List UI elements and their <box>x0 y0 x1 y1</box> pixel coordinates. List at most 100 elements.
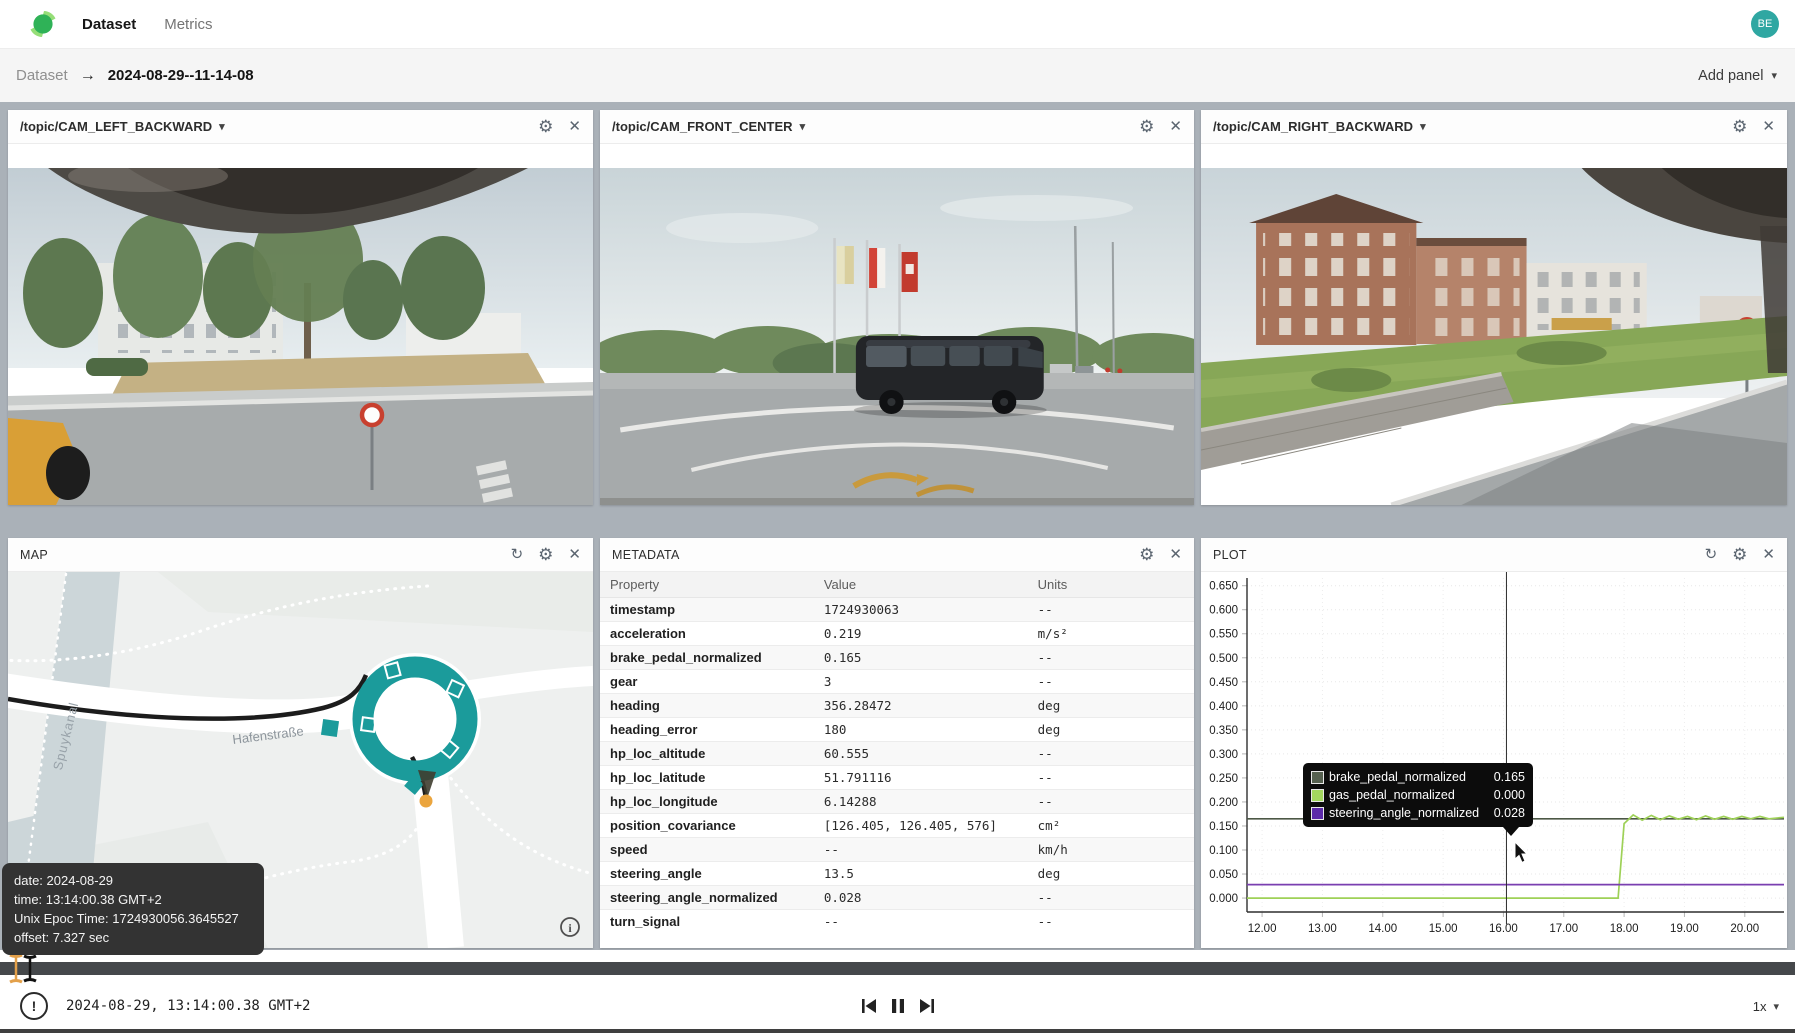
panel-cam-left-backward: /topic/CAM_LEFT_BACKWARD ▾ ⚙ ✕ <box>8 110 593 505</box>
svg-text:0.650: 0.650 <box>1209 581 1238 593</box>
panel-header: /topic/CAM_RIGHT_BACKWARD ▾ ⚙ ✕ <box>1201 110 1787 144</box>
svg-text:16.00: 16.00 <box>1489 923 1518 935</box>
playback-speed-select[interactable]: 1x ▾ <box>1753 999 1779 1014</box>
panel-title: MAP <box>20 548 48 562</box>
close-icon[interactable]: ✕ <box>1762 119 1775 134</box>
svg-text:0.400: 0.400 <box>1209 701 1238 713</box>
svg-text:0.150: 0.150 <box>1209 821 1238 833</box>
pause-button[interactable] <box>890 997 906 1015</box>
user-avatar[interactable]: BE <box>1751 10 1779 38</box>
svg-text:0.050: 0.050 <box>1209 869 1238 881</box>
window-bottom-edge <box>0 1029 1795 1033</box>
metadata-row: steering_angle13.5deg <box>600 862 1194 886</box>
metadata-row: position_covariance[126.405, 126.405, 57… <box>600 814 1194 838</box>
tab-metrics[interactable]: Metrics <box>164 16 212 33</box>
plot-tooltip-entry: brake_pedal_normalized0.165 <box>1311 768 1525 786</box>
map-hover-tooltip: date: 2024-08-29 time: 13:14:00.38 GMT+2… <box>2 863 264 955</box>
skip-to-end-button[interactable] <box>918 997 936 1015</box>
camera-image-front-center <box>600 168 1194 505</box>
metadata-row: timestamp1724930063-- <box>600 598 1194 622</box>
svg-text:19.00: 19.00 <box>1670 923 1699 935</box>
svg-text:0.450: 0.450 <box>1209 677 1238 689</box>
camera-image-right-backward <box>1201 168 1787 505</box>
playback-bar: ! 2024-08-29, 13:14:00.38 GMT+2 1x ▾ <box>0 950 1795 1033</box>
caret-down-icon: ▾ <box>1773 1000 1779 1013</box>
breadcrumb-root-link[interactable]: Dataset <box>16 67 68 84</box>
metadata-row: gear3-- <box>600 670 1194 694</box>
top-nav: Dataset Metrics BE <box>0 0 1795 49</box>
add-panel-button[interactable]: Add panel ▾ <box>1698 68 1777 84</box>
panel-cam-front-center: /topic/CAM_FRONT_CENTER ▾ ⚙ ✕ <box>600 110 1194 505</box>
tooltip-date: date: 2024-08-29 <box>14 871 252 890</box>
series-swatch-icon <box>1311 807 1324 820</box>
col-value: Value <box>814 572 1028 598</box>
svg-text:0.100: 0.100 <box>1209 845 1238 857</box>
tooltip-epoch: Unix Epoc Time: 1724930056.3645527 <box>14 909 252 928</box>
svg-text:0.300: 0.300 <box>1209 749 1238 761</box>
panel-plot: PLOT ↻ ⚙ ✕ 0.0000.0500.1000.1500.2000.25… <box>1201 538 1787 948</box>
series-swatch-icon <box>1311 771 1324 784</box>
speed-label: 1x <box>1753 999 1767 1014</box>
playback-timestamp: 2024-08-29, 13:14:00.38 GMT+2 <box>66 998 310 1014</box>
svg-text:15.00: 15.00 <box>1429 923 1458 935</box>
close-icon[interactable]: ✕ <box>1169 547 1182 562</box>
panel-title: PLOT <box>1213 548 1247 562</box>
metadata-header-row: Property Value Units <box>600 572 1194 598</box>
tooltip-time: time: 13:14:00.38 GMT+2 <box>14 890 252 909</box>
svg-text:0.000: 0.000 <box>1209 893 1238 905</box>
topic-label: /topic/CAM_RIGHT_BACKWARD <box>1213 119 1413 134</box>
svg-text:20.00: 20.00 <box>1730 923 1759 935</box>
refresh-icon[interactable]: ↻ <box>1705 547 1718 562</box>
caret-down-icon: ▾ <box>1420 120 1426 133</box>
svg-text:12.00: 12.00 <box>1248 923 1277 935</box>
caret-down-icon: ▾ <box>1771 69 1777 82</box>
camera-image-left-backward <box>8 168 593 505</box>
svg-text:14.00: 14.00 <box>1368 923 1397 935</box>
metadata-row: hp_loc_altitude60.555-- <box>600 742 1194 766</box>
metadata-row: steering_angle_normalized0.028-- <box>600 886 1194 910</box>
metadata-row: turn_signal---- <box>600 910 1194 934</box>
close-icon[interactable]: ✕ <box>568 547 581 562</box>
close-icon[interactable]: ✕ <box>568 119 581 134</box>
panel-header: /topic/CAM_FRONT_CENTER ▾ ⚙ ✕ <box>600 110 1194 144</box>
metadata-table-body: timestamp1724930063--acceleration0.219m/… <box>600 598 1194 934</box>
panel-header: METADATA ⚙ ✕ <box>600 538 1194 572</box>
gear-icon[interactable]: ⚙ <box>1139 118 1154 135</box>
gear-icon[interactable]: ⚙ <box>538 546 553 563</box>
panel-header: PLOT ↻ ⚙ ✕ <box>1201 538 1787 572</box>
breadcrumb-arrow-icon: → <box>80 67 96 85</box>
refresh-icon[interactable]: ↻ <box>511 547 524 562</box>
panel-cam-right-backward: /topic/CAM_RIGHT_BACKWARD ▾ ⚙ ✕ <box>1201 110 1787 505</box>
gear-icon[interactable]: ⚙ <box>538 118 553 135</box>
plot-tooltip-entry: steering_angle_normalized0.028 <box>1311 804 1525 822</box>
topic-selector-cam-left[interactable]: /topic/CAM_LEFT_BACKWARD ▾ <box>20 119 225 134</box>
app-root: Dataset Metrics BE Dataset → 2024-08-29-… <box>0 0 1795 1033</box>
topic-selector-cam-front[interactable]: /topic/CAM_FRONT_CENTER ▾ <box>612 119 805 134</box>
plot-tooltip-entry: gas_pedal_normalized0.000 <box>1311 786 1525 804</box>
gear-icon[interactable]: ⚙ <box>1732 546 1747 563</box>
metadata-row: speed--km/h <box>600 838 1194 862</box>
timeline-scrubber[interactable] <box>0 962 1795 975</box>
metadata-row: heading_error180deg <box>600 718 1194 742</box>
close-icon[interactable]: ✕ <box>1762 547 1775 562</box>
tab-dataset[interactable]: Dataset <box>82 16 136 33</box>
metadata-row: heading356.28472deg <box>600 694 1194 718</box>
playback-controls-row: ! 2024-08-29, 13:14:00.38 GMT+2 1x ▾ <box>0 982 1795 1030</box>
caret-down-icon: ▾ <box>800 120 806 133</box>
caret-down-icon: ▾ <box>219 120 225 133</box>
topic-selector-cam-right[interactable]: /topic/CAM_RIGHT_BACKWARD ▾ <box>1213 119 1426 134</box>
close-icon[interactable]: ✕ <box>1169 119 1182 134</box>
tooltip-offset: offset: 7.327 sec <box>14 928 252 947</box>
gear-icon[interactable]: ⚙ <box>1139 546 1154 563</box>
tooltip-pointer <box>1503 827 1519 836</box>
svg-text:0.200: 0.200 <box>1209 797 1238 809</box>
metadata-row: hp_loc_longitude6.14288-- <box>600 790 1194 814</box>
breadcrumb-bar: Dataset → 2024-08-29--11-14-08 Add panel… <box>0 49 1795 102</box>
alert-icon[interactable]: ! <box>20 992 48 1020</box>
skip-to-start-button[interactable] <box>860 997 878 1015</box>
gear-icon[interactable]: ⚙ <box>1732 118 1747 135</box>
series-swatch-icon <box>1311 789 1324 802</box>
svg-text:18.00: 18.00 <box>1610 923 1639 935</box>
plot-canvas[interactable]: 0.0000.0500.1000.1500.2000.2500.3000.350… <box>1201 572 1787 948</box>
svg-text:13.00: 13.00 <box>1308 923 1337 935</box>
